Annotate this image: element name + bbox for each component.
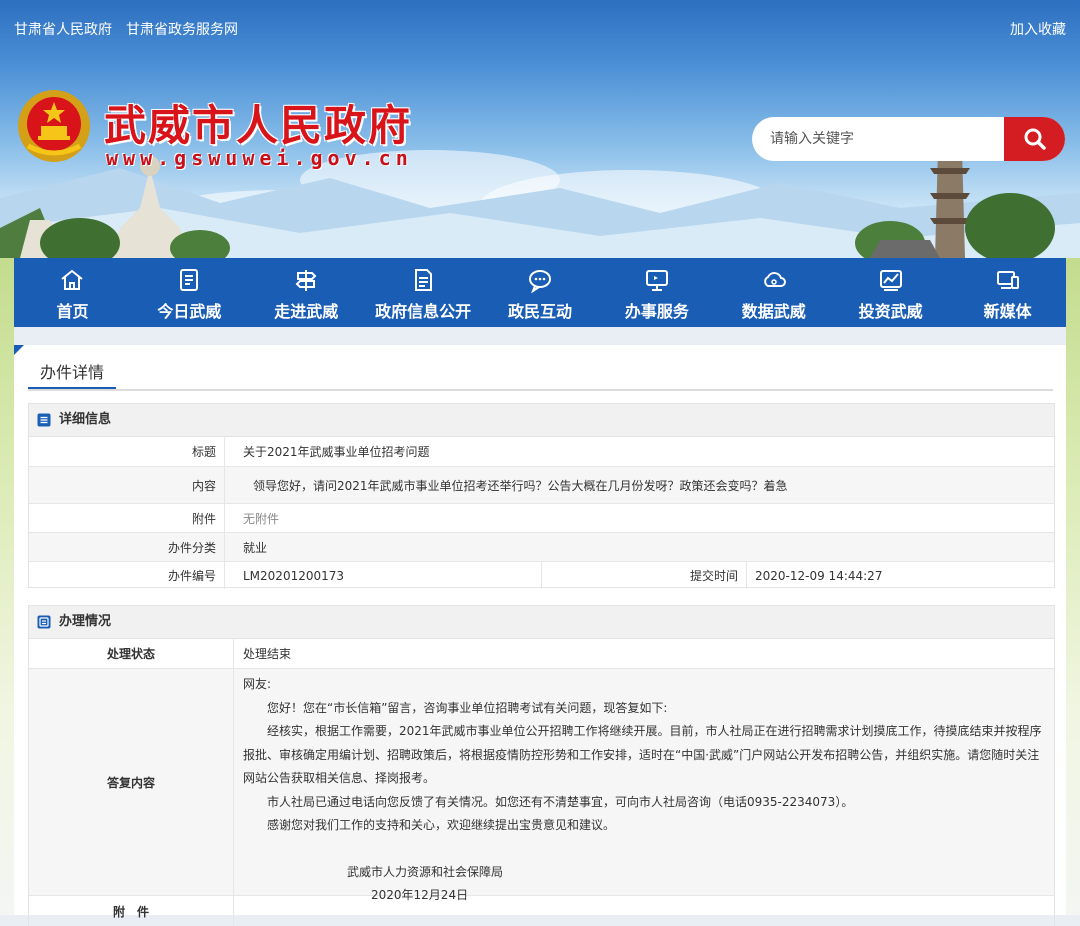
nav-home[interactable]: 首页 (14, 258, 131, 327)
site-url: www.gswuwei.gov.cn (106, 146, 413, 170)
nav-label: 新媒体 (983, 302, 1032, 321)
title-label: 标题 (29, 437, 225, 466)
reply-paragraph-3: 市人社局已通过电话向您反馈了有关情况。如您还有不清楚事宜，可向市人社局咨询（电话… (267, 794, 854, 809)
right-decoration (1066, 258, 1080, 915)
page-title: 办件详情 (28, 359, 117, 389)
category-value: 就业 (243, 540, 268, 555)
handling-attachment-label: 附 件 (29, 896, 234, 926)
nav-enter-wuwei[interactable]: 走进武威 (248, 258, 365, 327)
nav-label: 数据武威 (741, 302, 806, 321)
nav-data-wuwei[interactable]: 数据武威 (715, 258, 832, 327)
nav-interaction[interactable]: 政民互动 (482, 258, 599, 327)
reply-signature: 武威市人力资源和社会保障局 (347, 864, 504, 879)
reply-paragraph-1: 您好！您在“市长信箱”留言，咨询事业单位招聘考试有关问题，现答复如下: (267, 700, 668, 715)
cloud-icon (764, 272, 786, 287)
submit-label: 提交时间 (541, 562, 747, 589)
nav-invest[interactable]: 投资武威 (832, 258, 949, 327)
bookmark-link[interactable]: 加入收藏 (1010, 19, 1066, 39)
nav-label: 投资武威 (858, 302, 923, 321)
nav-label: 政府信息公开 (375, 302, 472, 321)
attachment-value: 无附件 (243, 511, 280, 526)
search-icon (1024, 128, 1046, 150)
detail-heading: 详细信息 (59, 412, 112, 427)
content-value: 领导您好，请问2021年武威市事业单位招考还举行吗？公告大概在几月份发呀？政策还… (253, 478, 788, 493)
page-title-bar: 办件详情 (28, 359, 1053, 391)
nav-label: 走进武威 (274, 302, 339, 321)
number-value: LM20201200173 (243, 562, 542, 589)
attachment-row: 附件 无附件 (29, 504, 1054, 533)
number-label: 办件编号 (29, 562, 225, 589)
nav-label: 政民互动 (508, 302, 573, 321)
nav-today-wuwei[interactable]: 今日武威 (131, 258, 248, 327)
status-row: 处理状态 处理结束 (29, 639, 1054, 669)
status-label: 处理状态 (29, 639, 234, 668)
category-label: 办件分类 (29, 533, 225, 561)
list-icon (37, 413, 51, 427)
category-row: 办件分类 就业 (29, 533, 1054, 562)
site-title[interactable]: 武威市人民政府 (104, 92, 412, 153)
home-icon (61, 269, 84, 290)
search-bar (752, 117, 1065, 161)
handling-attachment-row: 附 件 (29, 896, 1054, 926)
detail-section: 详细信息 标题 关于2021年武威事业单位招考问题 内容 领导您好，请问2021… (28, 403, 1055, 589)
reply-paragraph-4: 感谢您对我们工作的支持和关心，欢迎继续提出宝贵意见和建议。 (267, 818, 616, 832)
main-nav: 首页 今日武威 走进武威 政府信息公开 政民互动 办事服务 数据武威 投资武威 … (14, 258, 1066, 327)
content-row: 内容 领导您好，请问2021年武威市事业单位招考还举行吗？公告大概在几月份发呀？… (29, 467, 1054, 504)
reply-row: 答复内容 网友: 您好！您在“市长信箱”留言，咨询事业单位招聘考试有关问题，现答… (29, 669, 1054, 902)
handling-section: 办理情况 处理状态 处理结束 答复内容 网友: 您好！您在“市长信箱”留言，咨询… (28, 605, 1055, 926)
reply-greeting: 网友: (243, 677, 272, 691)
search-input[interactable] (752, 117, 1004, 161)
detail-header: 详细信息 (29, 404, 1054, 437)
national-emblem-icon (18, 90, 90, 162)
search-button[interactable] (1004, 117, 1065, 161)
nav-gov-info[interactable]: 政府信息公开 (365, 258, 482, 327)
left-decoration (0, 258, 14, 915)
document-icon (415, 269, 433, 291)
title-row: 标题 关于2021年武威事业单位招考问题 (29, 437, 1054, 467)
monitor-icon (645, 270, 668, 291)
content-label: 内容 (29, 467, 225, 503)
handling-heading: 办理情况 (59, 614, 112, 629)
document-icon (37, 615, 51, 629)
status-value: 处理结束 (243, 647, 292, 661)
content-panel: 办件详情 详细信息 标题 关于2021年武威事业单位招考问题 内容 领导您好，请… (14, 345, 1066, 926)
signpost-icon (295, 270, 317, 291)
nav-label: 今日武威 (157, 302, 222, 321)
nav-label: 首页 (56, 302, 89, 321)
link-gansu-service[interactable]: 甘肃省政务服务网 (126, 19, 238, 39)
link-gansu-government[interactable]: 甘肃省人民政府 (14, 19, 112, 39)
submit-value: 2020-12-09 14:44:27 (755, 568, 883, 583)
nav-new-media[interactable]: 新媒体 (949, 258, 1066, 327)
reply-content: 网友: 您好！您在“市长信箱”留言，咨询事业单位招聘考试有关问题，现答复如下: … (243, 673, 1046, 908)
corner-marker (14, 345, 24, 355)
reply-paragraph-2: 经核实，根据工作需要，2021年武威市事业单位公开招聘工作将继续开展。目前，市人… (243, 724, 1042, 785)
handling-header: 办理情况 (29, 606, 1054, 639)
chart-icon (879, 270, 902, 291)
news-icon (180, 269, 199, 291)
nav-label: 办事服务 (624, 302, 689, 321)
chat-icon (529, 270, 551, 293)
number-row: 办件编号 LM20201200173 提交时间 2020-12-09 14:44… (29, 562, 1054, 589)
attachment-label: 附件 (29, 504, 225, 532)
reply-label: 答复内容 (29, 669, 234, 895)
title-value: 关于2021年武威事业单位招考问题 (243, 445, 430, 459)
devices-icon (996, 271, 1019, 289)
nav-services[interactable]: 办事服务 (598, 258, 715, 327)
